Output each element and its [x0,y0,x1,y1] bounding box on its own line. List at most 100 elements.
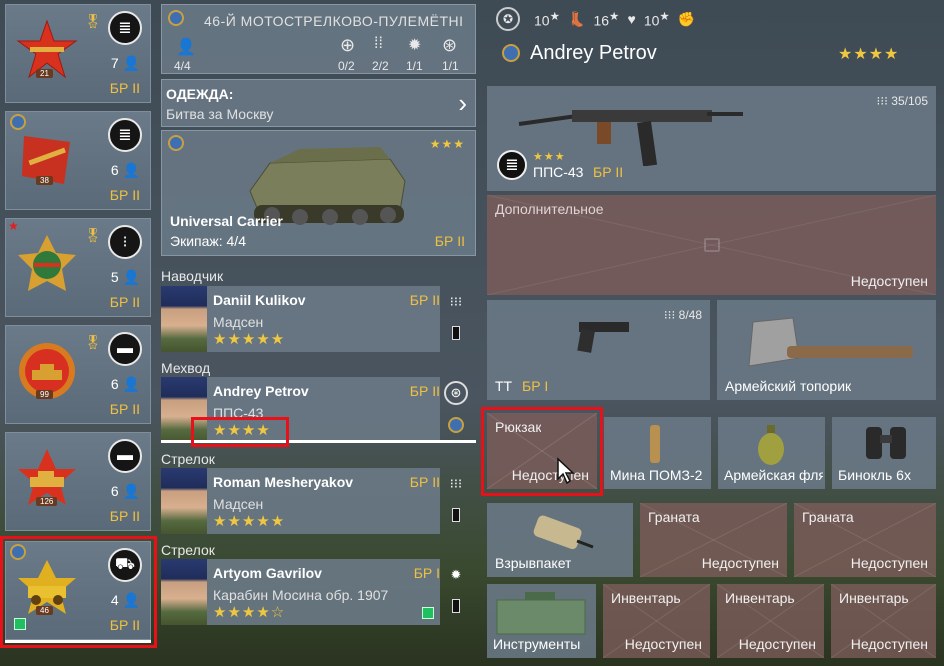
soldier-name: Daniil Kulikov [213,292,306,308]
squad-card[interactable]: 21 🎖 ≣ 7 👤 БР II [5,4,151,103]
squad-br: БР II [109,294,140,310]
slot-status: Недоступен [738,636,816,652]
stat-value: 10★ [643,10,670,29]
inventory-slot-locked: Инвентарь Недоступен [717,584,824,658]
weapon-name: ТТ БР I [495,378,549,394]
outfit-button[interactable]: ОДЕЖДА: Битва за Москву › [161,79,476,127]
document-icon: ≣ [108,11,142,45]
squad-level: 21 [36,69,53,78]
slot-status: Недоступен [624,636,702,652]
squad-card[interactable]: ★ 🎖 ⁝ 5 👤 БР II [5,218,151,317]
role-label: Стрелок [161,451,215,467]
wheel-icon: ⊛ [444,381,468,405]
role-label: Стрелок [161,542,215,558]
plus-icon[interactable]: ⊕ [340,35,355,56]
squad-count: 5 👤 [110,269,140,285]
soldier-weapon: Карабин Мосина обр. 1907 [213,587,389,603]
secondary-weapon-slot: Дополнительное Недоступен [487,195,936,295]
backpack-slot: Рюкзак Недоступен [487,413,597,489]
soldier-card[interactable]: Daniil Kulikov Мадсен ★★★★★ БР II [161,286,440,352]
squad-br: БР II [109,80,140,96]
primary-weapon-slot[interactable]: ⁝⁝⁝ 35/105 ≣ ★★★ ППС-43 БР II [487,86,936,191]
squad-title: 46-Й МОТОСТРЕЛКОВО-ПУЛЕМЁТНІ [204,13,464,29]
slot-count: 2/2 [372,59,389,73]
blue-medal-icon [448,417,464,433]
squad-card-selected[interactable]: 46 ⛟ 4 👤 БР II [5,541,151,640]
upgrade-icon [14,618,26,630]
soldier-name: Artyom Gavrilov [213,565,322,581]
slot-count: 1/1 [442,59,459,73]
squad-br: БР II [109,401,140,417]
soldier-name: Roman Mesheryakov [213,474,354,490]
gold-medal-icon: 🎖 [84,227,102,243]
soldier-br: БР II [409,292,440,308]
mine-image [650,425,660,463]
pistol-slot[interactable]: ⁝⁝⁝ 8/48 ТТ БР I [487,300,710,400]
soldier-card[interactable]: Roman Mesheryakov Мадсен ★★★★★ БР II [161,468,440,534]
slot-label: Граната [802,509,854,525]
soldier-avatar [161,468,207,534]
star-corner-icon: ★ [8,219,19,233]
soldier-icon: 👤 [176,39,196,56]
document-icon: ≣ [497,150,527,180]
grenade-slot-locked: Граната Недоступен [794,503,936,577]
soldier-stars: ★★★★ [213,422,271,439]
soldier-br: БР II [409,474,440,490]
melee-name: Армейский топорик [725,378,852,394]
chevron-right-icon: › [458,88,467,118]
ammo-icon: ⁞⁞ [374,35,383,52]
role-label: Наводчик [161,268,224,284]
squad-br: БР II [109,508,140,524]
inventory-name: Инструменты [493,636,581,652]
vehicle-crew: Экипаж: 4/4 [170,233,246,249]
squad-br: БР II [109,617,140,633]
squad-header: 46-Й МОТОСТРЕЛКОВО-ПУЛЕМЁТНІ 👤 4/4 ⊕ 0/2… [161,4,476,74]
wheel-icon: ⊛ [442,35,458,55]
soldier-side-icons: ⁝⁝⁝ [444,472,472,522]
vehicle-stars: ★★★ [429,137,465,151]
tank-icon: ▬ [108,332,142,366]
vehicle-card[interactable]: ★★★ Universal Carrier Экипаж: 4/4 БР II [161,130,476,256]
squad-card[interactable]: 38 ≣ 6 👤 БР II [5,111,151,210]
soldier-stats: ✪ 10★ 👢 16★ ♥ 10★ ✊ [496,6,695,32]
boot-icon: 👢 [568,10,586,27]
inventory-slot[interactable]: Инструменты [487,584,596,658]
soldier-card-selected[interactable]: Andrey Petrov ППС-43 ★★★★ БР II [161,377,440,443]
rank-icon: ✪ [496,7,520,31]
slot-status: Недоступен [850,555,928,571]
slot-label: Рюкзак [495,419,542,435]
weapon-stars: ★★★ [533,151,566,163]
soldier-weapon: Мадсен [213,314,264,330]
soldier-avatar [161,377,207,443]
selected-soldier-name: Andrey Petrov [530,42,657,64]
stat-value: 16★ [593,10,620,29]
slot-label: Инвентарь [611,590,681,606]
ammo-icon: ⁝⁝⁝ [449,294,463,309]
selected-underline [161,440,476,443]
item-slot[interactable]: Бинокль 6х [832,417,936,489]
soldier-avatar [161,286,207,352]
slot-label: Инвентарь [839,590,909,606]
backpack-icon [452,508,460,522]
squad-card[interactable]: 99 🎖 ▬ 6 👤 БР II [5,325,151,424]
item-slot[interactable]: Армейская фляга [718,417,825,489]
weapon-image [577,322,629,353]
slot-status: Недоступен [511,467,589,483]
outfit-label: ОДЕЖДА: [166,86,234,102]
item-slot[interactable]: Мина ПОМЗ-2 [604,417,711,489]
outfit-value: Битва за Москву [166,106,274,122]
soldier-card[interactable]: Artyom Gavrilov Карабин Мосина обр. 1907… [161,559,440,625]
lock-icon [703,238,720,252]
squad-card[interactable]: 126 ▬ 6 👤 БР II [5,432,151,531]
slot-count: 1/1 [406,59,423,73]
ammo-count: ⁝⁝⁝ 35/105 [876,94,928,108]
ammo-count: ⁝⁝⁝ 8/48 [663,308,702,322]
grenade-slot[interactable]: Взрывпакет [487,503,633,577]
backpack-icon [452,599,460,613]
soldier-side-icons: ⁝⁝⁝ [444,290,472,340]
backpack-icon [452,326,460,340]
squad-br: БР II [109,187,140,203]
stat-value: 10★ [534,10,561,29]
melee-slot[interactable]: Армейский топорик [717,300,936,400]
slot-status: Недоступен [850,636,928,652]
